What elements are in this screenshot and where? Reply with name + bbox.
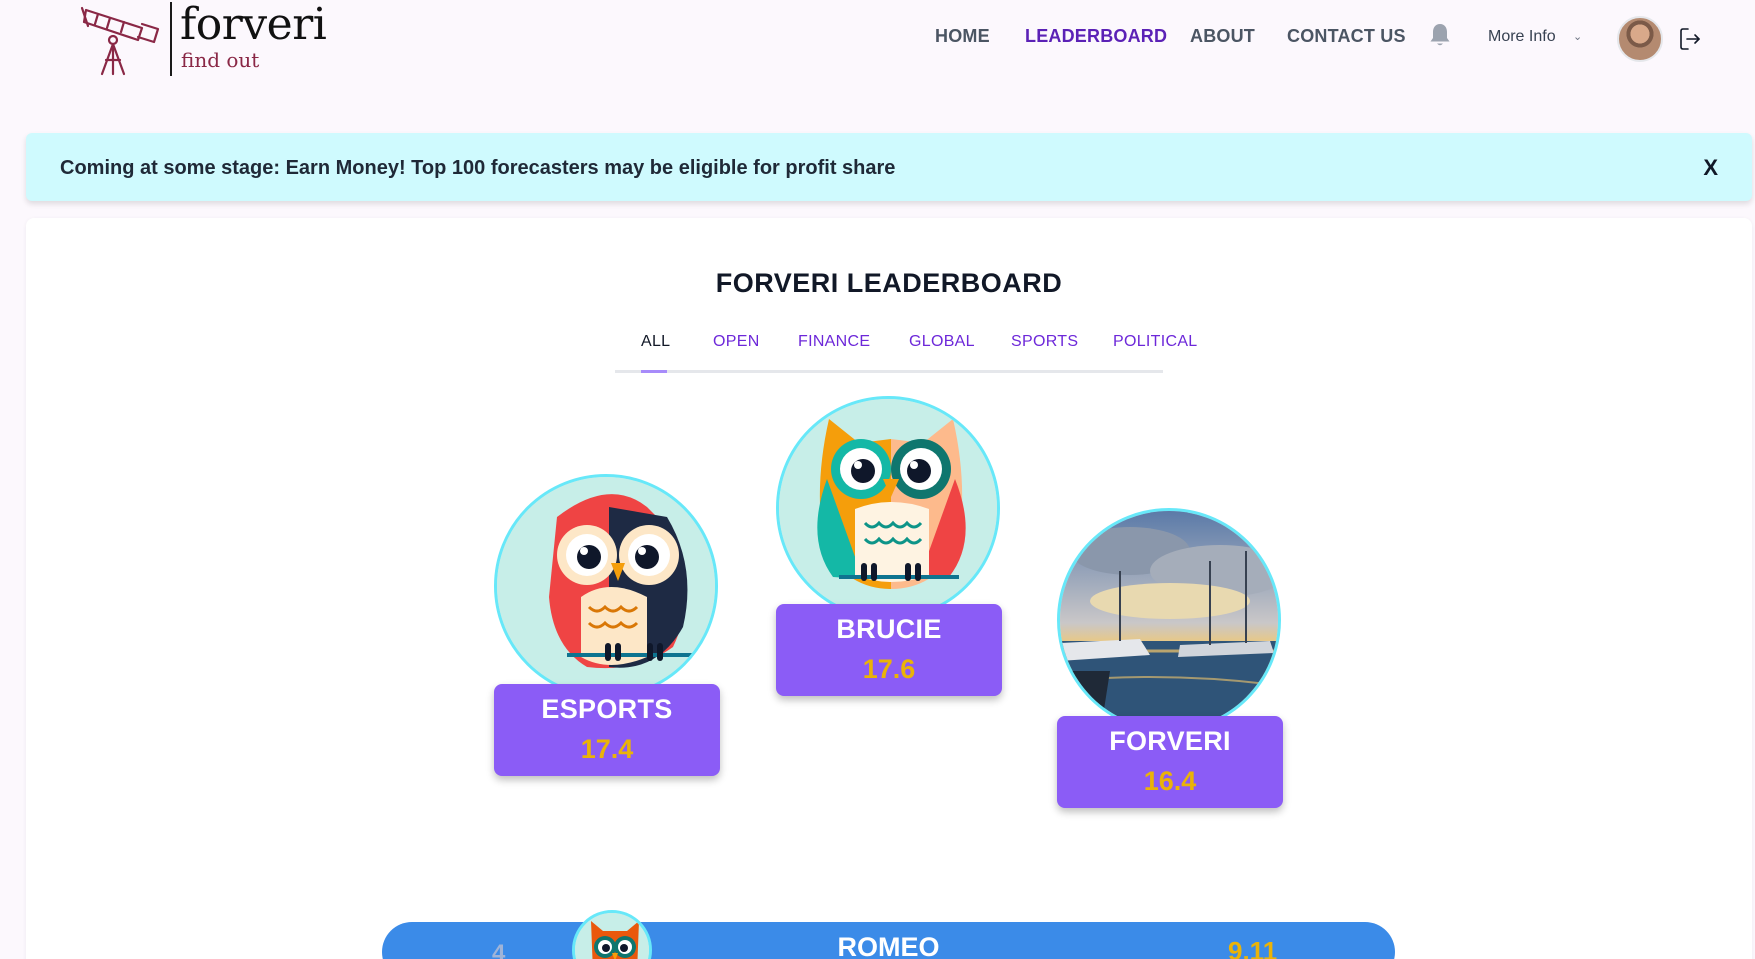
player-name: ESPORTS [541, 694, 673, 724]
harbor-photo-icon [1060, 511, 1278, 729]
harbor-avatar-forveri[interactable] [1057, 508, 1281, 732]
player-name: BRUCIE [836, 614, 942, 644]
chevron-down-icon: ⌄ [1573, 31, 1583, 43]
nav-home[interactable]: HOME [935, 26, 990, 47]
logo-divider [170, 2, 172, 76]
banner-message: Coming at some stage: Earn Money! Top 10… [60, 157, 896, 179]
tab-political[interactable]: POLITICAL [1113, 333, 1198, 351]
owl-avatar-brucie[interactable] [776, 396, 1000, 620]
owl-icon [497, 477, 715, 695]
tab-global[interactable]: GLOBAL [909, 333, 975, 351]
active-tab-indicator [641, 370, 667, 373]
nav-contact-us[interactable]: CONTACT US [1287, 26, 1406, 47]
podium-plate[interactable]: FORVERI 16.4 [1057, 716, 1283, 808]
telescope-icon [80, 6, 160, 76]
brand-tagline: find out [181, 48, 260, 72]
bell-icon[interactable] [1428, 22, 1452, 48]
player-score: 17.6 [862, 654, 916, 684]
brand-logo[interactable] [80, 0, 172, 80]
leaderboard-row[interactable]: 4 ROMEO 9.11 [382, 910, 1395, 959]
tab-open[interactable]: OPEN [713, 333, 760, 351]
player-score: 17.4 [580, 734, 634, 764]
player-score: 16.4 [1143, 766, 1197, 796]
owl-avatar-esports[interactable] [494, 474, 718, 698]
tab-sports[interactable]: SPORTS [1011, 333, 1078, 351]
banner-close-button[interactable]: X [1703, 155, 1718, 181]
player-name: FORVERI [1109, 726, 1231, 756]
announcement-banner: Coming at some stage: Earn Money! Top 10… [26, 133, 1752, 201]
owl-icon [779, 399, 997, 617]
nav-about[interactable]: ABOUT [1190, 26, 1255, 47]
more-info-dropdown[interactable]: More Info [1488, 28, 1556, 46]
category-tabs: ALL OPEN FINANCE GLOBAL SPORTS POLITICAL [615, 333, 1197, 373]
tab-all[interactable]: ALL [641, 333, 670, 351]
tab-finance[interactable]: FINANCE [798, 333, 870, 351]
podium-plate[interactable]: ESPORTS 17.4 [494, 684, 720, 776]
nav-leaderboard[interactable]: LEADERBOARD [1025, 26, 1167, 47]
row-score: 9.11 [1228, 936, 1278, 959]
user-avatar[interactable] [1617, 16, 1663, 62]
leaderboard-title: FORVERI LEADERBOARD [715, 268, 1063, 298]
site-header: forveri find out HOME LEADERBOARD ABOUT … [0, 0, 1755, 80]
brand-name: forveri [180, 0, 327, 50]
podium-plate[interactable]: BRUCIE 17.6 [776, 604, 1002, 696]
logout-icon[interactable] [1678, 26, 1702, 52]
